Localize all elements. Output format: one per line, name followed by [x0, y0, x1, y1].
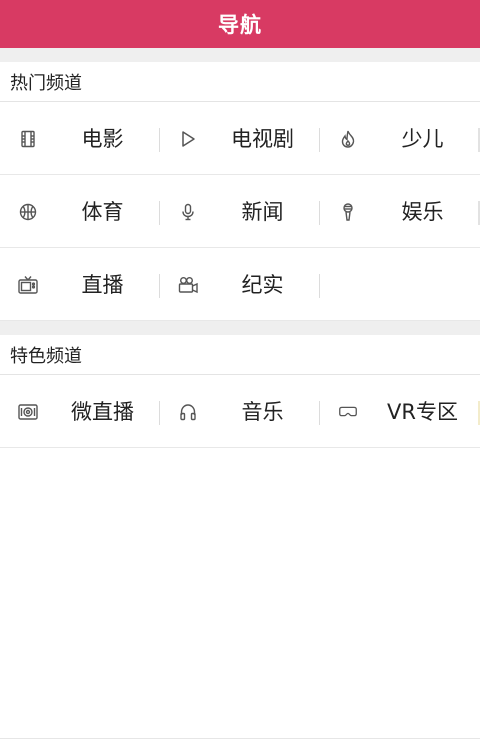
vr-goggles-icon — [337, 401, 359, 423]
channel-row: 体育 新闻 娱乐 — [0, 175, 480, 248]
channel-label: 娱乐 — [401, 200, 444, 224]
channel-kids[interactable]: 少儿 — [320, 102, 480, 174]
divider — [0, 738, 480, 739]
camera-icon — [177, 274, 199, 296]
section-gap — [0, 48, 480, 62]
channel-music[interactable]: 音乐 — [160, 375, 320, 447]
channel-label: 体育 — [81, 200, 124, 224]
channel-label: 微直播 — [71, 400, 134, 424]
section-title-featured: 特色频道 — [0, 335, 480, 375]
channel-sports[interactable]: 体育 — [0, 175, 160, 247]
channel-label: 直播 — [81, 273, 124, 297]
empty-cell — [320, 248, 480, 320]
speaker-icon — [17, 401, 39, 423]
channel-vr[interactable]: VR专区 — [320, 375, 480, 447]
section-title-hot: 热门频道 — [0, 62, 480, 102]
channel-live[interactable]: 直播 — [0, 248, 160, 320]
channel-label: 纪实 — [241, 273, 284, 297]
channel-label: 少儿 — [401, 127, 444, 151]
channel-row: 电影 电视剧 少儿 — [0, 102, 480, 175]
channel-label: 音乐 — [241, 400, 284, 424]
channel-label: 新闻 — [241, 200, 284, 224]
channel-micro-live[interactable]: 微直播 — [0, 375, 160, 447]
section-gap — [0, 321, 480, 335]
channel-label: 电影 — [81, 127, 124, 151]
film-icon — [17, 128, 39, 150]
microphone-icon — [177, 201, 199, 223]
karaoke-mic-icon — [337, 201, 359, 223]
page-title: 导航 — [218, 13, 262, 37]
channel-tv-series[interactable]: 电视剧 — [160, 102, 320, 174]
channel-entertainment[interactable]: 娱乐 — [320, 175, 480, 247]
flame-icon — [337, 128, 359, 150]
channel-row: 直播 纪实 — [0, 248, 480, 321]
basketball-icon — [17, 201, 39, 223]
tv-icon — [17, 274, 39, 296]
channel-label: VR专区 — [387, 400, 458, 424]
channel-row: 微直播 音乐 VR专区 — [0, 375, 480, 448]
channel-label: 电视剧 — [231, 127, 294, 151]
channel-movie[interactable]: 电影 — [0, 102, 160, 174]
header-bar: 导航 — [0, 0, 480, 48]
channel-news[interactable]: 新闻 — [160, 175, 320, 247]
channel-documentary[interactable]: 纪实 — [160, 248, 320, 320]
headphones-icon — [177, 401, 199, 423]
play-icon — [177, 128, 199, 150]
